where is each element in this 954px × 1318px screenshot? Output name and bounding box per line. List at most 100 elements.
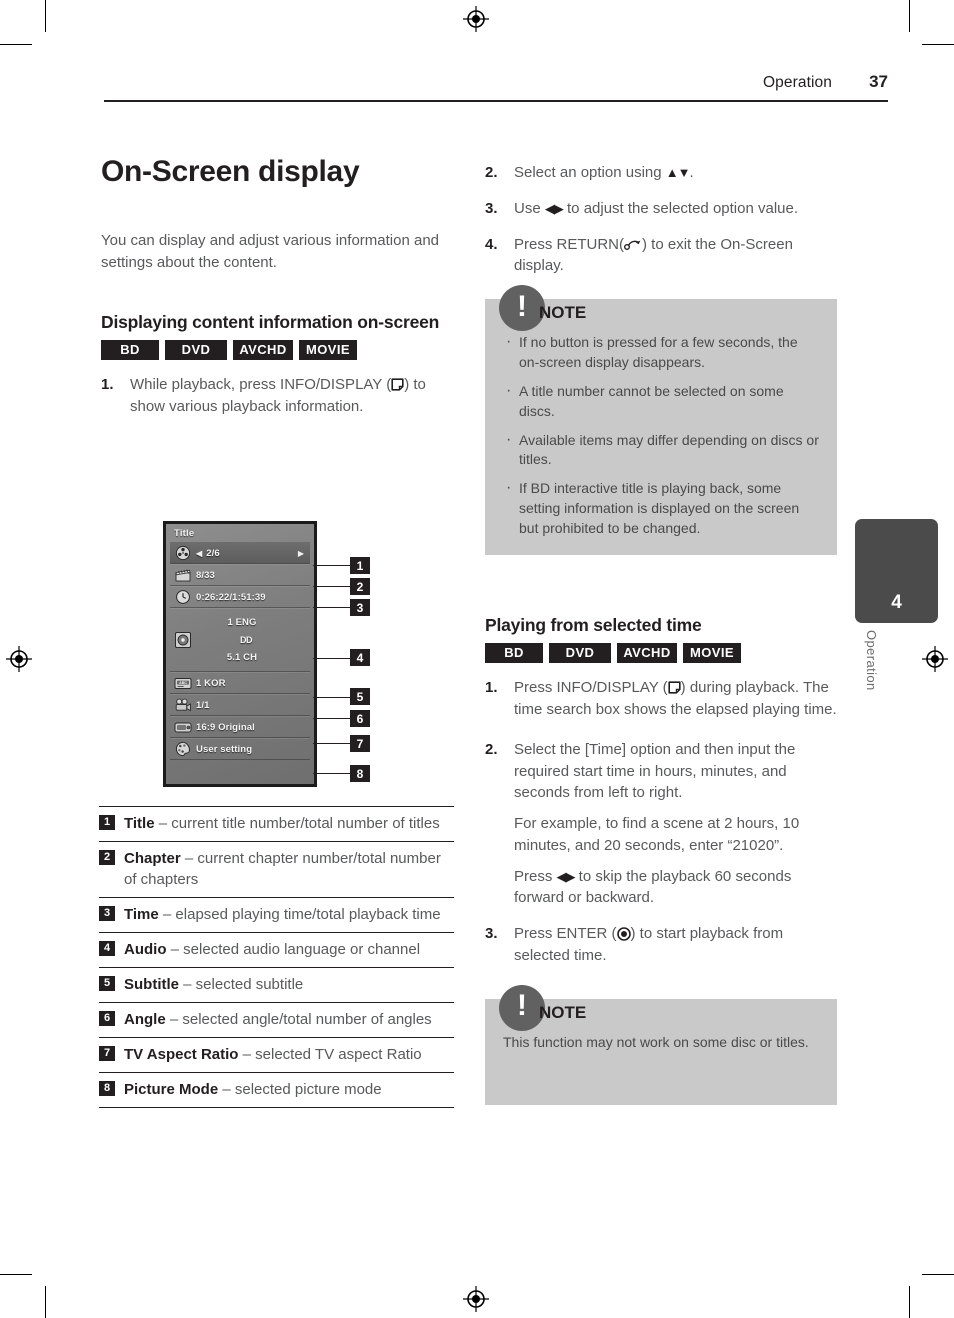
caret-left-icon[interactable]: ◀ <box>196 549 202 558</box>
camera-angle-icon <box>170 698 196 713</box>
leader-line-7 <box>313 743 350 744</box>
osd-angle-value: 1/1 <box>196 699 210 711</box>
header-section-label: Operation <box>763 74 832 91</box>
enter-icon <box>616 926 631 941</box>
step-text-before: Use <box>514 199 545 217</box>
note-label: NOTE <box>539 1002 587 1022</box>
step-text-after: to adjust the selected option value. <box>562 199 799 217</box>
osd-row-angle[interactable]: 1/1 <box>170 694 310 716</box>
osd-row-chapter[interactable]: 8/33 <box>170 564 310 586</box>
legend-table: 1 Title – current title number/total num… <box>99 806 454 1108</box>
osd-row-list: ◀ 2/6 ▶ 8/33 0:26:22/1:51:39 1 ENG DD 5.… <box>170 542 310 760</box>
osd-row-title[interactable]: ◀ 2/6 ▶ <box>170 542 310 564</box>
legend-desc-text: – current title number/total number of t… <box>154 815 440 832</box>
updown-arrows-icon: ▲▼ <box>665 165 691 180</box>
step-text-after: . <box>689 164 694 181</box>
registration-mark-top <box>463 6 489 32</box>
legend-number: 7 <box>99 1046 115 1061</box>
left-column: On-Screen display You can display and ad… <box>101 155 453 431</box>
crop-mark-bottom-right-h <box>922 1274 954 1275</box>
osd-aspect-value: 16:9 Original <box>196 721 255 733</box>
osd-row-picture-mode[interactable]: User setting <box>170 738 310 760</box>
callout-3: 3 <box>350 599 370 616</box>
badge-dvd: DVD <box>165 339 227 360</box>
page-title: On-Screen display <box>101 155 360 188</box>
note-box-2: ! NOTE This function may not work on som… <box>485 984 837 1105</box>
subsection-heading-2: Playing from selected time <box>485 614 702 635</box>
leader-line-6 <box>313 718 350 719</box>
step-text: Press INFO/DISPLAY () during playback. T… <box>514 677 837 721</box>
leader-line-2 <box>313 586 350 587</box>
legend-term: Chapter <box>124 850 181 867</box>
legend-description: Subtitle – selected subtitle <box>124 974 454 995</box>
legend-desc-text: – selected subtitle <box>179 976 304 993</box>
legend-term: Angle <box>124 1011 166 1028</box>
osd-audio-values: 1 ENG DD 5.1 CH <box>196 617 288 663</box>
step-number: 1. <box>101 375 114 393</box>
step-text-before: Press INFO/DISPLAY ( <box>514 679 668 697</box>
note-header: ! NOTE <box>499 285 586 331</box>
badge-movie: MOVIE <box>683 643 741 664</box>
step-paragraph-1: Select the [Time] option and then input … <box>514 740 796 802</box>
step-item-2: 2. Select an option using ▲▼. <box>485 162 837 184</box>
step-text: Press RETURN() to exit the On-Screen dis… <box>514 234 837 278</box>
legend-row-8: 8 Picture Mode – selected picture mode <box>99 1073 454 1108</box>
step-item-3: 3. Use ◀▶ to adjust the selected option … <box>485 198 837 220</box>
badge-avchd: AVCHD <box>233 339 293 360</box>
legend-row-1: 1 Title – current title number/total num… <box>99 807 454 842</box>
step-paragraph-2: For example, to find a scene at 2 hours,… <box>514 815 800 854</box>
step-text-before: Press ENTER ( <box>514 925 617 942</box>
crop-mark-bottom-right-v <box>909 1286 910 1318</box>
osd-title-value: ◀ 2/6 <box>196 548 220 559</box>
play-step-item-3: 3. Press ENTER () to start playback from… <box>485 923 837 967</box>
step-paragraph-3: Press ◀▶ to skip the playback 60 seconds… <box>514 866 837 910</box>
legend-description: Title – current title number/total numbe… <box>124 813 454 834</box>
step-text: While playback, press INFO/DISPLAY () to… <box>130 374 453 418</box>
badge-movie: MOVIE <box>299 339 357 360</box>
clock-icon <box>170 589 196 605</box>
step-text-before: While playback, press INFO/DISPLAY ( <box>130 375 392 393</box>
osd-time-value: 0:26:22/1:51:39 <box>196 591 266 603</box>
legend-desc-text: – selected angle/total number of angles <box>165 1011 432 1028</box>
legend-description: Time – elapsed playing time/total playba… <box>124 904 454 925</box>
crop-mark-top-right-v <box>909 0 910 32</box>
legend-desc-text: – elapsed playing time/total playback ti… <box>158 906 441 923</box>
legend-description: Audio – selected audio language or chann… <box>124 939 454 960</box>
callout-7: 7 <box>350 735 370 752</box>
step-text-before: Select an option using <box>514 164 666 181</box>
legend-row-6: 6 Angle – selected angle/total number of… <box>99 1003 454 1038</box>
osd-figure: Title ◀ 2/6 ▶ 8/33 0:26:22/1:51:39 1 ENG… <box>163 521 378 787</box>
note-box-1: ! NOTE If no button is pressed for a few… <box>485 285 837 555</box>
note-bullet: A title number cannot be selected on som… <box>503 380 819 422</box>
crop-mark-top-right-h <box>922 44 954 45</box>
osd-row-subtitle[interactable]: ABC 1 KOR <box>170 672 310 694</box>
osd-row-time[interactable]: 0:26:22/1:51:39 <box>170 586 310 608</box>
audio-disc-icon <box>170 631 196 649</box>
play-step-item-1: 1. Press INFO/DISPLAY () during playback… <box>485 677 837 721</box>
osd-audio-lang: 1 ENG <box>227 617 257 628</box>
registration-mark-bottom <box>463 1286 489 1312</box>
dolby-digital-icon: DD <box>240 635 253 645</box>
right-step-list-bottom: 1. Press INFO/DISPLAY () during playback… <box>485 677 837 966</box>
media-badge-row-2: BD DVD AVCHD MOVIE <box>485 643 837 664</box>
clapperboard-icon <box>170 568 196 582</box>
legend-description: Chapter – current chapter number/total n… <box>124 848 454 890</box>
step-text: Select an option using ▲▼. <box>514 162 837 184</box>
return-icon <box>624 236 642 250</box>
badge-bd: BD <box>101 339 159 360</box>
legend-term: Title <box>124 815 155 832</box>
badge-bd: BD <box>485 643 543 664</box>
caret-right-icon[interactable]: ▶ <box>298 549 304 558</box>
note-bullet: If no button is pressed for a few second… <box>503 331 819 373</box>
osd-row-audio[interactable]: 1 ENG DD 5.1 CH <box>170 608 310 672</box>
callout-5: 5 <box>350 688 370 705</box>
right-column: 2. Select an option using ▲▼. 3. Use ◀▶ … <box>485 162 837 1105</box>
page-number: 37 <box>869 72 888 91</box>
legend-number: 2 <box>99 850 115 865</box>
osd-value-text: 2/6 <box>206 547 220 559</box>
legend-number: 3 <box>99 906 115 921</box>
osd-row-aspect[interactable]: 16:9 Original <box>170 716 310 738</box>
osd-title-label: Title <box>174 528 195 539</box>
leader-line-4 <box>313 658 350 659</box>
callout-2: 2 <box>350 578 370 595</box>
